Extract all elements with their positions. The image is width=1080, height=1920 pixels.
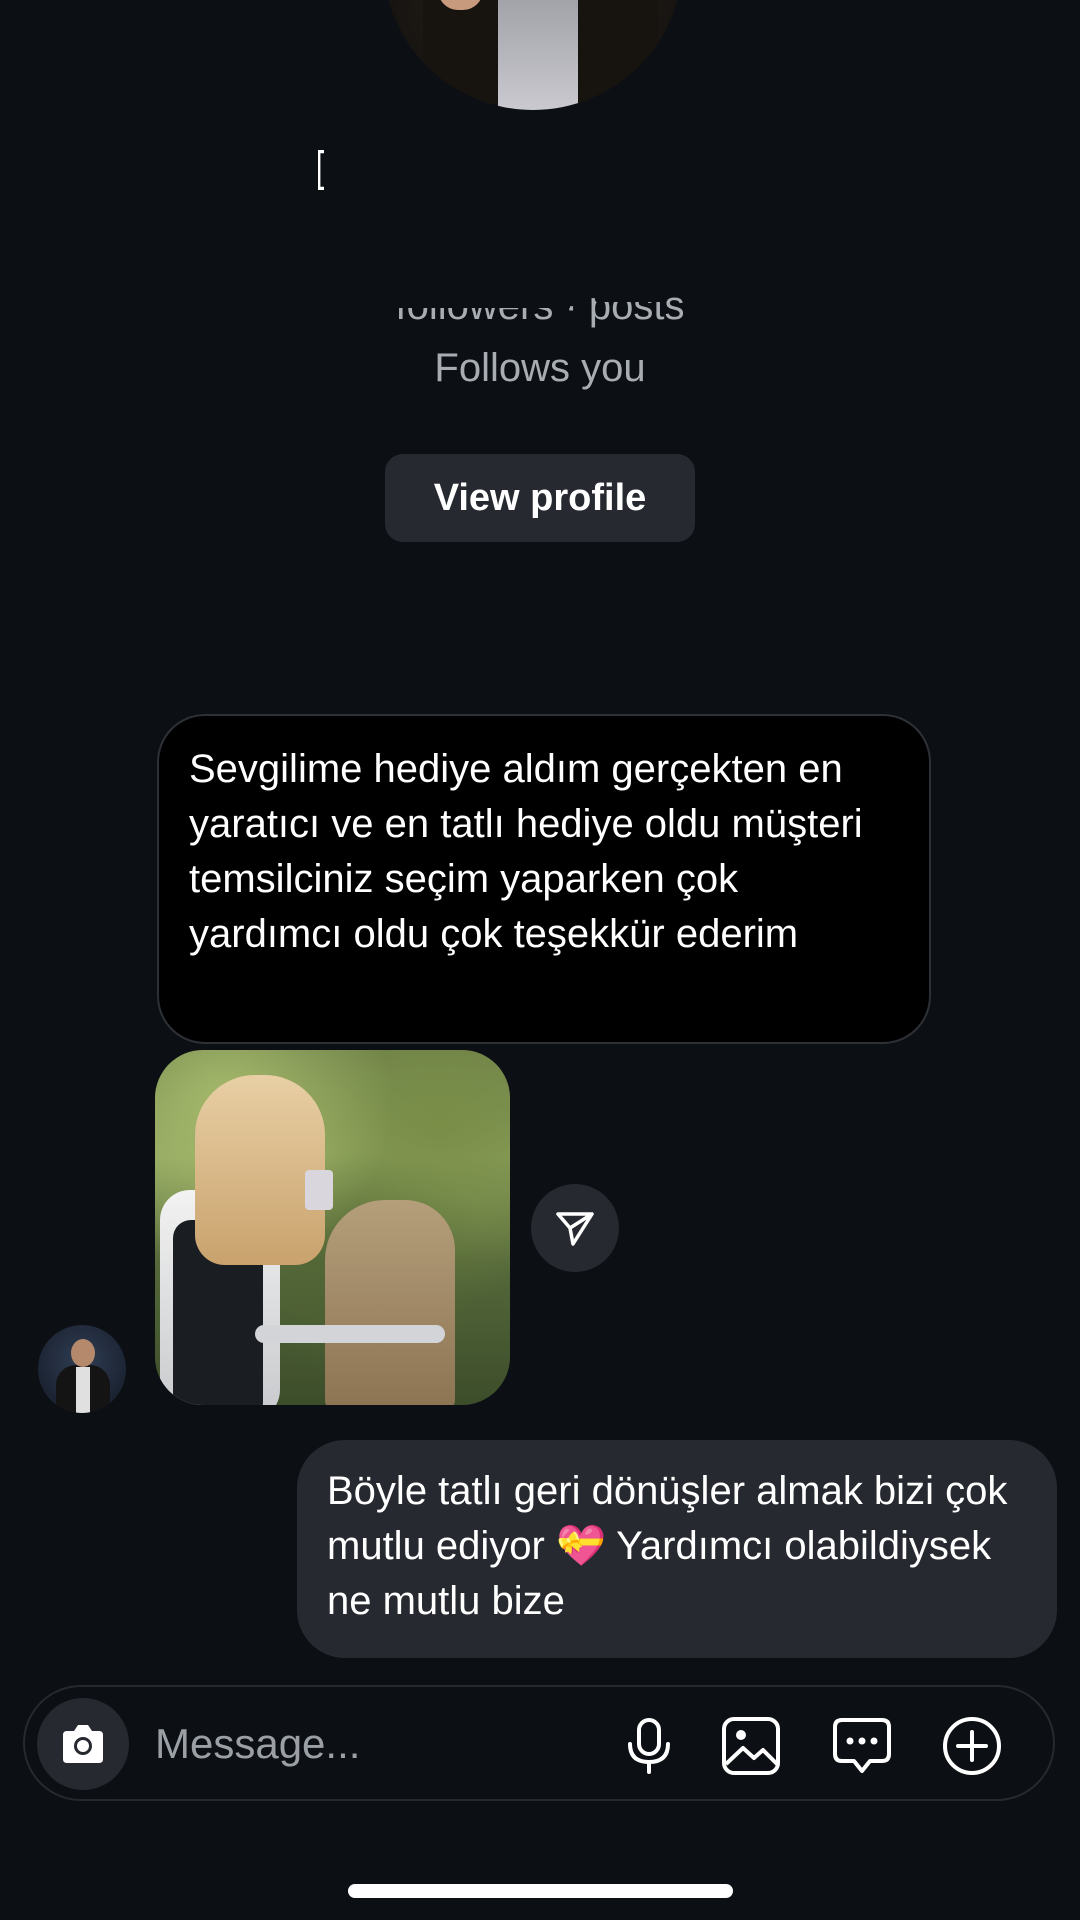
stats-redaction <box>380 282 570 308</box>
plus-circle-icon[interactable] <box>940 1714 1004 1778</box>
view-profile-button[interactable]: View profile <box>385 454 695 542</box>
message-input[interactable] <box>155 1715 555 1773</box>
avatar-jacket-right <box>578 0 658 110</box>
profile-name-fragment <box>318 150 324 190</box>
share-photo-button[interactable] <box>531 1184 619 1272</box>
sender-avatar-head <box>71 1339 95 1367</box>
sent-message-bubble[interactable]: Böyle tatlı geri dönüşler almak bizi çok… <box>297 1440 1057 1658</box>
chat-bubble-icon[interactable] <box>830 1714 894 1778</box>
message-composer <box>23 1685 1055 1801</box>
paper-plane-icon <box>556 1212 594 1246</box>
home-indicator[interactable] <box>348 1884 733 1898</box>
stats-redaction-count <box>596 282 666 302</box>
photo-armrest <box>255 1325 445 1343</box>
shared-photo[interactable] <box>155 1050 510 1405</box>
sender-avatar-shirt <box>76 1367 90 1413</box>
camera-icon <box>63 1725 103 1763</box>
received-message-bubble[interactable]: Sevgilime hediye aldım gerçekten en yara… <box>157 714 931 1044</box>
profile-stats: followers · posts <box>0 282 1080 330</box>
photo-coat <box>325 1200 455 1405</box>
camera-button[interactable] <box>37 1698 129 1790</box>
photo-phone <box>305 1170 333 1210</box>
follows-you-label: Follows you <box>434 346 646 390</box>
profile-avatar[interactable] <box>383 0 683 110</box>
microphone-icon[interactable] <box>617 1714 681 1778</box>
image-icon[interactable] <box>719 1714 783 1778</box>
sender-avatar[interactable] <box>38 1325 126 1413</box>
avatar-jacket-left <box>423 0 503 110</box>
avatar-shirt <box>498 0 578 110</box>
